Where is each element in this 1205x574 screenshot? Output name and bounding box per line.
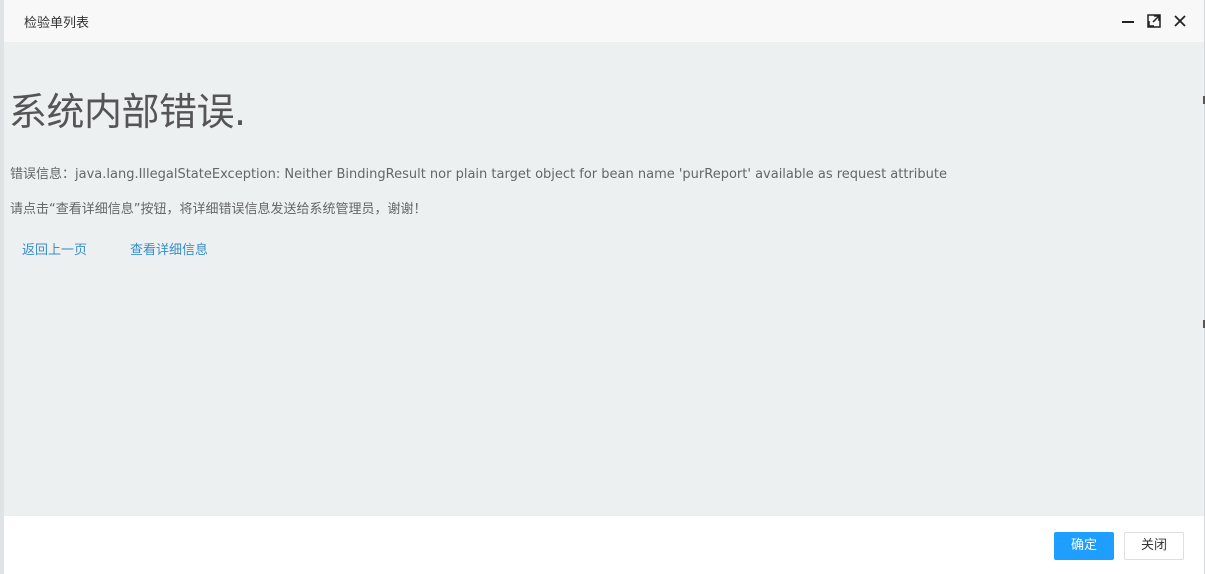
error-message: 错误信息：java.lang.IllegalStateException: Ne…: [10, 167, 948, 182]
dialog-title: 检验单列表: [24, 16, 90, 31]
dialog-window: 检验单列表 系统内部错误. 错误信息：java.lang.IllegalStat…: [0, 0, 1205, 574]
error-heading: 系统内部错误.: [9, 90, 246, 134]
view-details-link[interactable]: 查看详细信息: [130, 239, 208, 258]
back-link[interactable]: 返回上一页: [22, 239, 87, 258]
error-content-area: 系统内部错误. 错误信息：java.lang.IllegalStateExcep…: [4, 43, 1204, 516]
close-button[interactable]: 关闭: [1124, 532, 1184, 560]
dialog-titlebar[interactable]: 检验单列表: [4, 0, 1204, 43]
minimize-icon[interactable]: [1120, 13, 1136, 29]
error-hint: 请点击“查看详细信息”按钮，将详细错误信息发送给系统管理员，谢谢！: [10, 202, 427, 217]
confirm-button[interactable]: 确定: [1054, 532, 1114, 560]
close-icon[interactable]: [1172, 13, 1188, 29]
maximize-icon[interactable]: [1146, 13, 1162, 29]
dialog-footer: 确定 关闭: [4, 516, 1204, 574]
